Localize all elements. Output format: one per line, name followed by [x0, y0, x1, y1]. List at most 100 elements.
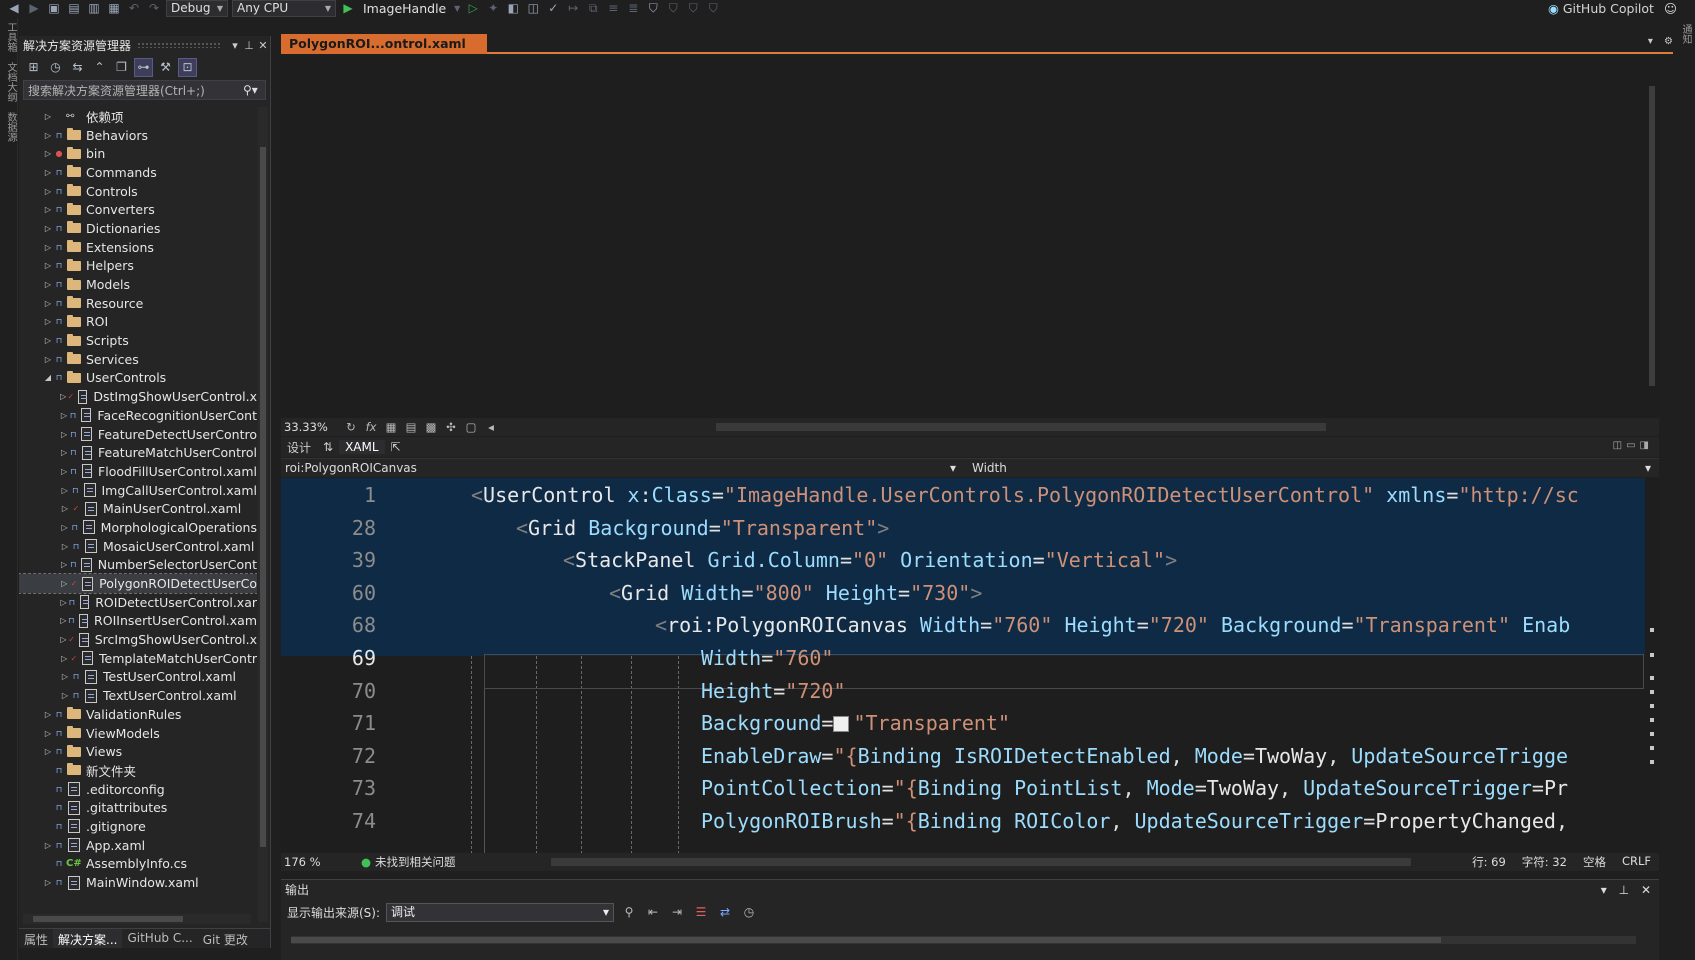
tree-file[interactable]: ▷ ⊓ FeatureDetectUserContro	[19, 425, 257, 444]
horizontal-scrollbar[interactable]	[23, 914, 251, 924]
tree-file[interactable]: ▷ ⊓ ROIDetectUserControl.xar	[19, 593, 257, 612]
prev-message-icon[interactable]: ⇤	[644, 905, 662, 919]
close-icon[interactable]: ✕	[256, 39, 270, 52]
filter-icon[interactable]: ⊶	[134, 57, 153, 77]
collapse-all-icon[interactable]: ⌃	[91, 59, 108, 76]
tree-file[interactable]: ⊓ .gitignore	[19, 817, 257, 836]
grid-lines-icon[interactable]: ▤	[401, 420, 421, 434]
back-icon[interactable]: ◀	[6, 1, 22, 16]
drag-grip[interactable]	[137, 42, 222, 48]
next-message-icon[interactable]: ⇥	[668, 905, 686, 919]
copy-icon[interactable]: ⧉	[585, 1, 601, 16]
tab-git-changes[interactable]: Git 更改	[198, 929, 253, 948]
chevron-right-icon[interactable]: ▷	[42, 317, 54, 326]
tree-file[interactable]: ▷ ⊓ TestUserControl.xaml	[19, 668, 257, 687]
history-icon[interactable]: ◷	[47, 59, 64, 76]
spell-check-icon[interactable]: ✓	[545, 1, 561, 16]
tree-folder[interactable]: ▷ ⊓ Controls	[19, 182, 257, 201]
tree-folder[interactable]: ▷ ⊓ ValidationRules	[19, 705, 257, 724]
code-line[interactable]: 73 PointCollection="{Binding PointList, M…	[281, 771, 1645, 806]
scroll-thumb[interactable]	[260, 147, 266, 847]
tree-folder[interactable]: ▷ ⊓ Services	[19, 350, 257, 369]
undo-icon[interactable]: ↶	[126, 1, 142, 16]
chevron-right-icon[interactable]: ▷	[42, 112, 54, 121]
tab-design[interactable]: 设计	[281, 439, 317, 456]
code-line[interactable]: 1 <UserControl x:Class="ImageHandle.UserC…	[281, 478, 1645, 513]
chevron-expanded-icon[interactable]: ◢	[42, 373, 54, 382]
tree-file[interactable]: ▷ ⚯ 依赖项	[19, 107, 257, 126]
chevron-right-icon[interactable]: ▷	[42, 261, 54, 270]
tree-folder[interactable]: ▷ ⊓ Models	[19, 275, 257, 294]
solution-search[interactable]: 搜索解决方案资源管理器(Ctrl+;) ⚲▾	[23, 80, 266, 100]
tree-folder[interactable]: ▷ ⊓ ROI	[19, 313, 257, 332]
notifications-tab[interactable]: 通知	[1678, 24, 1693, 44]
tree-file[interactable]: ▷ ⊓ ImgCallUserControl.xaml	[19, 481, 257, 500]
config-select[interactable]: Debug ▼	[166, 0, 228, 17]
split-layout-icons[interactable]: ◫▭◨	[1613, 440, 1653, 451]
tab-polygon-roi-control[interactable]: PolygonROI...ontrol.xaml	[281, 34, 487, 54]
document-outline-tab[interactable]: 文档大纲	[3, 62, 18, 102]
dropdown-icon[interactable]: ▼	[453, 1, 461, 16]
tab-solution-explorer[interactable]: 解决方案...	[53, 929, 123, 948]
chevron-right-icon[interactable]: ▷	[59, 579, 70, 588]
tree-folder[interactable]: ⊓ 新文件夹	[19, 761, 257, 780]
chevron-down-icon[interactable]: ▾	[228, 39, 242, 52]
tree-folder[interactable]: ▷ ⊓ Commands	[19, 163, 257, 182]
code-line[interactable]: 69 Width="760"	[281, 641, 1645, 676]
tree-file[interactable]: ▷ ✓ MainUserControl.xaml	[19, 499, 257, 518]
chevron-right-icon[interactable]: ▷	[42, 205, 54, 214]
uncomment-icon[interactable]: ≣	[625, 1, 641, 16]
tree-file[interactable]: ⊓ .editorconfig	[19, 780, 257, 799]
output-source-select[interactable]: 调试 ▾	[386, 902, 615, 922]
code-line[interactable]: 72 EnableDraw="{Binding IsROIDetectEnable…	[281, 739, 1645, 774]
chevron-right-icon[interactable]: ▷	[59, 486, 70, 495]
tree-file[interactable]: ▷ ⊓ MainWindow.xaml	[19, 873, 257, 892]
chevron-right-icon[interactable]: ▷	[42, 729, 54, 738]
pin-icon[interactable]: ⊥	[242, 39, 256, 52]
save-all-icon[interactable]: ▦	[106, 1, 122, 16]
chevron-right-icon[interactable]: ▷	[59, 523, 70, 532]
tab-list-icon[interactable]: ▾	[1648, 36, 1653, 47]
tree-folder[interactable]: ▷ ⊓ Views	[19, 742, 257, 761]
copilot-button[interactable]: ◉ GitHub Copilot ☺	[1548, 0, 1677, 17]
code-line[interactable]: 68 <roi:PolygonROICanvas Width="760" Heig…	[281, 608, 1645, 643]
chevron-right-icon[interactable]: ▷	[59, 560, 69, 569]
element-selector[interactable]: roi:PolygonROICanvas ▾	[281, 461, 966, 475]
chevron-right-icon[interactable]: ▷	[59, 691, 71, 700]
next-bookmark-icon[interactable]: ⛉	[685, 1, 701, 16]
member-selector[interactable]: Width ▾	[966, 461, 1659, 475]
popout-xaml-icon[interactable]: ⇱	[385, 440, 407, 454]
tab-xaml[interactable]: XAML	[339, 440, 385, 454]
chevron-right-icon[interactable]: ▷	[42, 187, 54, 196]
eol-indicator[interactable]: CRLF	[1622, 854, 1651, 870]
chevron-right-icon[interactable]: ▷	[42, 878, 54, 887]
effects-icon[interactable]: fx	[361, 420, 381, 434]
scroll-thumb[interactable]	[291, 937, 1441, 943]
chevron-right-icon[interactable]: ▷	[42, 841, 54, 850]
snap-icon[interactable]: ✣	[441, 420, 461, 434]
tree-folder[interactable]: ▷ ⊓ Extensions	[19, 238, 257, 257]
hot-reload-icon[interactable]: ✦	[485, 1, 501, 16]
design-horizontal-scrollbar[interactable]	[716, 423, 1326, 431]
code-line[interactable]: 39 <StackPanel Grid.Column="0" Orientatio…	[281, 543, 1645, 578]
code-line[interactable]: 74 PolygonROIBrush="{Binding ROIColor, Up…	[281, 804, 1645, 839]
tree-file[interactable]: ▷ ⊓ FloodFillUserControl.xaml	[19, 462, 257, 481]
chevron-right-icon[interactable]: ▷	[59, 392, 67, 401]
chevron-right-icon[interactable]: ▷	[42, 168, 54, 177]
code-line[interactable]: 70 Height="720"	[281, 674, 1645, 709]
start-without-debug-icon[interactable]: ▷	[465, 1, 481, 16]
show-all-files-icon[interactable]: ❐	[113, 59, 130, 76]
chevron-right-icon[interactable]: ▷	[59, 467, 69, 476]
chevron-right-icon[interactable]: ▷	[42, 243, 54, 252]
tree-file[interactable]: ▷ ⊓ App.xaml	[19, 836, 257, 855]
tree-file[interactable]: ▷ ⊓ FaceRecognitionUserCont	[19, 406, 257, 425]
tree-folder[interactable]: ▷ ⊓ Helpers	[19, 257, 257, 276]
scroll-thumb[interactable]	[1649, 86, 1655, 386]
chevron-right-icon[interactable]: ▷	[59, 430, 69, 439]
tree-file[interactable]: ▷ ✓ SrcImgShowUserControl.x	[19, 630, 257, 649]
tree-file[interactable]: ▷ ⊓ ROIInsertUserControl.xam	[19, 612, 257, 631]
chevron-right-icon[interactable]: ▷	[42, 280, 54, 289]
swap-panes-button[interactable]: ⇅	[317, 440, 339, 454]
code-line[interactable]: 71 Background= "Transparent"	[281, 706, 1645, 741]
output-horizontal-scrollbar[interactable]	[291, 936, 1636, 944]
